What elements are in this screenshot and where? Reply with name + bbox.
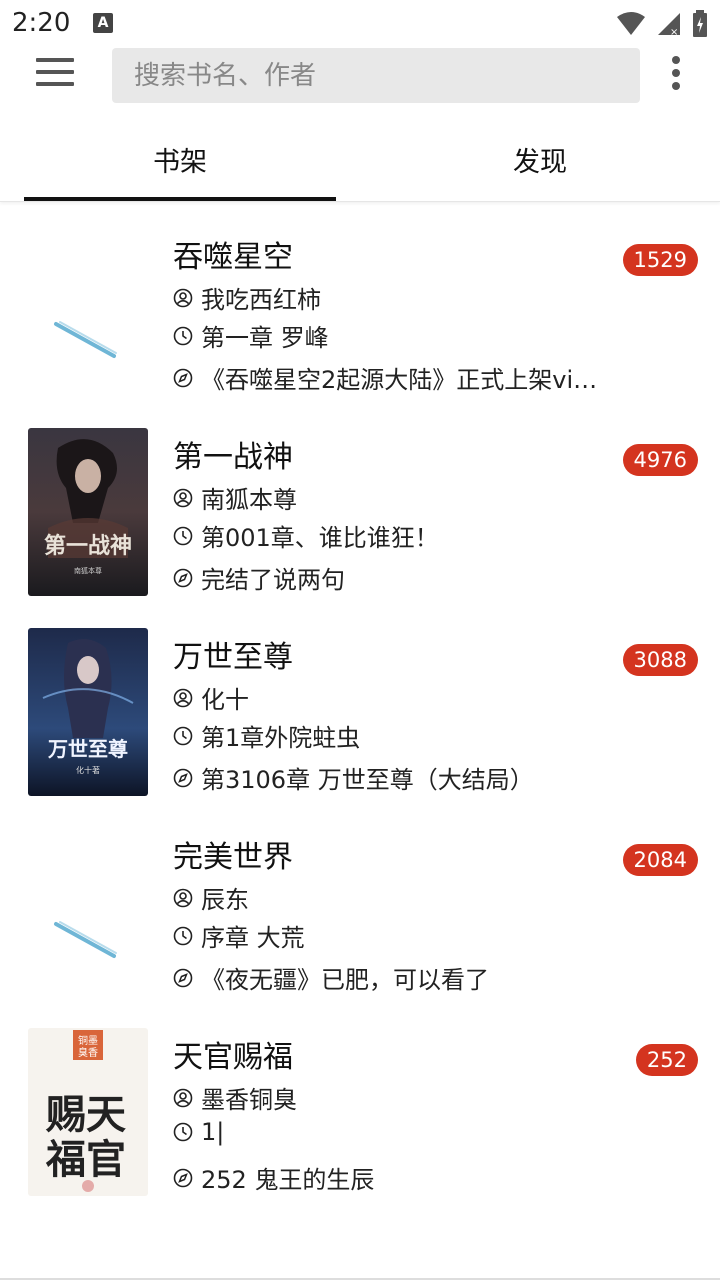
book-latest-text: 第3106章 万世至尊（大结局） <box>201 766 534 794</box>
book-list: 吞噬星空 我吃西红柿 第一章 罗峰 《吞噬星空2起源大陆》正式上架vi… 152… <box>0 218 720 1218</box>
wifi-icon <box>617 12 645 35</box>
person-icon <box>173 288 193 307</box>
clock-icon <box>173 326 193 345</box>
signal-icon: × <box>658 13 680 37</box>
unread-badge: 252 <box>635 1044 698 1076</box>
book-chapter: 1| <box>173 1118 224 1146</box>
book-chapter-text: 第1章外院蛀虫 <box>201 724 361 752</box>
book-latest-text: 252 鬼王的生辰 <box>201 1166 375 1194</box>
book-latest: 252 鬼王的生辰 <box>173 1160 374 1195</box>
toolbar <box>0 48 720 108</box>
book-cover: 铜墨 臭香 赐天 福官 <box>28 1028 148 1196</box>
person-icon <box>173 688 193 707</box>
unread-badge: 2084 <box>622 844 698 876</box>
book-item[interactable]: 铜墨 臭香 赐天 福官 天官赐福 墨香铜臭 1| 252 鬼王的生辰 252 <box>0 1018 720 1218</box>
compass-icon <box>173 968 193 987</box>
svg-text:臭香: 臭香 <box>78 1046 98 1059</box>
notification-icon: A <box>93 13 113 33</box>
book-item[interactable]: 完美世界 辰东 序章 大荒 《夜无疆》已肥，可以看了 2084 <box>0 818 720 1018</box>
book-title: 万世至尊 <box>173 640 293 675</box>
unread-badge: 1529 <box>622 244 698 276</box>
book-latest: 《夜无疆》已肥，可以看了 <box>173 960 489 995</box>
book-item[interactable]: 万世至尊 化十著 万世至尊 化十 第1章外院蛀虫 第3106章 万世至尊（大结局… <box>0 618 720 818</box>
svg-text:赐天: 赐天 <box>45 1091 126 1138</box>
book-chapter: 第1章外院蛀虫 <box>173 718 360 753</box>
person-icon <box>173 488 193 507</box>
tab-discover[interactable]: 发现 <box>384 125 696 201</box>
book-author-text: 我吃西红柿 <box>201 286 321 314</box>
clock-icon <box>173 726 193 745</box>
book-latest: 《吞噬星空2起源大陆》正式上架vi… <box>173 360 597 395</box>
menu-icon[interactable] <box>36 58 76 88</box>
compass-icon <box>173 1168 193 1187</box>
book-chapter: 序章 大荒 <box>173 918 305 953</box>
book-cover: 第一战神 南狐本尊 <box>28 428 148 596</box>
svg-text:福官: 福官 <box>45 1136 126 1183</box>
book-latest-text: 《夜无疆》已肥，可以看了 <box>201 966 489 994</box>
book-item[interactable]: 第一战神 南狐本尊 第一战神 南狐本尊 第001章、谁比谁狂！ 完结了说两句 4… <box>0 418 720 618</box>
book-title: 天官赐福 <box>173 1040 293 1075</box>
search-input[interactable] <box>112 48 640 103</box>
compass-icon <box>173 368 193 387</box>
svg-text:南狐本尊: 南狐本尊 <box>74 566 102 575</box>
unread-badge: 3088 <box>622 644 698 676</box>
compass-icon <box>173 568 193 587</box>
book-author-text: 辰东 <box>201 886 249 914</box>
book-chapter-text: 序章 大荒 <box>201 924 305 952</box>
book-author: 墨香铜臭 <box>173 1080 297 1115</box>
svg-text:万世至尊: 万世至尊 <box>47 737 128 761</box>
book-latest: 第3106章 万世至尊（大结局） <box>173 760 534 795</box>
search-box[interactable] <box>112 48 640 103</box>
book-author: 南狐本尊 <box>173 480 297 515</box>
person-icon <box>173 1088 193 1107</box>
book-author-text: 化十 <box>201 686 249 714</box>
more-options-icon[interactable] <box>668 56 684 96</box>
svg-text:化十著: 化十著 <box>76 765 100 775</box>
clock-icon <box>173 1122 193 1142</box>
book-cover <box>28 828 148 996</box>
compass-icon <box>173 768 193 787</box>
tab-bar: 书架 发现 <box>0 125 720 202</box>
book-title: 吞噬星空 <box>173 240 293 275</box>
book-chapter: 第一章 罗峰 <box>173 318 329 353</box>
book-cover: 万世至尊 化十著 <box>28 628 148 796</box>
book-latest-text: 完结了说两句 <box>201 566 345 594</box>
person-icon <box>173 888 193 907</box>
book-item[interactable]: 吞噬星空 我吃西红柿 第一章 罗峰 《吞噬星空2起源大陆》正式上架vi… 152… <box>0 218 720 418</box>
book-author-text: 墨香铜臭 <box>201 1086 297 1114</box>
status-icons: × <box>616 10 708 38</box>
book-author: 化十 <box>173 680 249 715</box>
tab-bookshelf[interactable]: 书架 <box>24 125 336 201</box>
status-time: 2:20 <box>12 8 71 38</box>
svg-text:×: × <box>670 27 678 37</box>
clock-icon <box>173 926 193 945</box>
book-cover <box>28 228 148 396</box>
svg-text:第一战神: 第一战神 <box>44 533 132 559</box>
tab-indicator <box>24 197 336 201</box>
battery-icon <box>693 10 707 37</box>
book-title: 完美世界 <box>173 840 293 875</box>
status-bar: 2:20 A × <box>0 0 720 48</box>
book-author: 辰东 <box>173 880 249 915</box>
book-latest-text: 《吞噬星空2起源大陆》正式上架vi… <box>201 366 598 394</box>
book-author-text: 南狐本尊 <box>201 486 297 514</box>
unread-badge: 4976 <box>622 444 698 476</box>
book-chapter-text: 第一章 罗峰 <box>201 324 329 352</box>
book-chapter: 第001章、谁比谁狂！ <box>173 518 439 553</box>
book-chapter-text: 1| <box>201 1118 225 1146</box>
book-title: 第一战神 <box>173 440 293 475</box>
book-author: 我吃西红柿 <box>173 280 321 315</box>
clock-icon <box>173 526 193 545</box>
book-chapter-text: 第001章、谁比谁狂！ <box>201 524 439 552</box>
svg-text:铜墨: 铜墨 <box>78 1035 98 1047</box>
book-latest: 完结了说两句 <box>173 560 345 595</box>
